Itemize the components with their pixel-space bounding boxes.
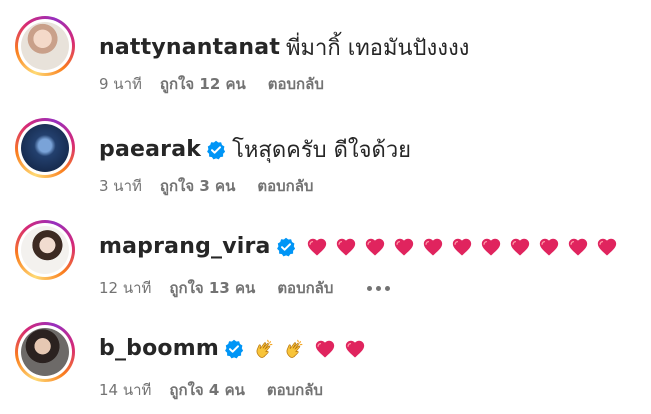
reply-button[interactable]: ตอบกลับ: [257, 174, 313, 198]
profile-photo: [21, 226, 69, 274]
red-heart-emoji: [596, 236, 618, 258]
likes-count[interactable]: ถูกใจ 3 คน: [160, 174, 235, 198]
comment-text: โหสุดครับ ดีใจด้วย: [232, 138, 412, 163]
avatar[interactable]: [15, 322, 75, 382]
red-heart-emoji: [567, 236, 589, 258]
profile-photo: [21, 124, 69, 172]
timestamp[interactable]: 12 นาที: [99, 276, 151, 300]
profile-photo: [21, 328, 69, 376]
comment-item: maprang_vira 12 นาที ถูกใจ 13 คน ตอบกลับ: [0, 212, 651, 312]
red-heart-emoji: [306, 236, 328, 258]
avatar[interactable]: [15, 16, 75, 76]
red-heart-emoji: [538, 236, 560, 258]
comment-item: b_boomm 14 นาที ถูกใจ 4 คน ตอบกลับ: [0, 314, 651, 414]
likes-count[interactable]: ถูกใจ 13 คน: [169, 276, 255, 300]
red-heart-emoji: [451, 236, 473, 258]
red-heart-emoji: [344, 338, 366, 360]
verified-badge-icon: [224, 339, 244, 359]
red-heart-emoji: [422, 236, 444, 258]
verified-badge-icon: [276, 237, 296, 257]
red-heart-emoji: [480, 236, 502, 258]
emoji-row: [254, 338, 366, 360]
comment-item: paearak โหสุดครับ ดีใจด้วย 3 นาที ถูกใจ …: [0, 110, 651, 210]
verified-badge-icon: [206, 140, 226, 160]
comment-item: nattynantanat พี่มากิ้ เทอมันปังงงง 9 นา…: [0, 8, 651, 108]
red-heart-emoji: [314, 338, 336, 360]
avatar[interactable]: [15, 220, 75, 280]
profile-photo: [21, 22, 69, 70]
likes-count[interactable]: ถูกใจ 4 คน: [169, 378, 244, 402]
username[interactable]: b_boomm: [99, 336, 219, 361]
clapping-hands-emoji: [284, 338, 306, 360]
reply-button[interactable]: ตอบกลับ: [268, 72, 324, 96]
likes-count[interactable]: ถูกใจ 12 คน: [160, 72, 246, 96]
timestamp[interactable]: 14 นาที: [99, 378, 151, 402]
comment-text: พี่มากิ้ เทอมันปังงงง: [286, 36, 470, 61]
red-heart-emoji: [509, 236, 531, 258]
reply-button[interactable]: ตอบกลับ: [277, 276, 333, 300]
red-heart-emoji: [393, 236, 415, 258]
avatar[interactable]: [15, 118, 75, 178]
username[interactable]: maprang_vira: [99, 234, 271, 259]
red-heart-emoji: [364, 236, 386, 258]
username[interactable]: nattynantanat: [99, 35, 280, 60]
red-heart-emoji: [335, 236, 357, 258]
emoji-row: [306, 236, 618, 258]
timestamp[interactable]: 3 นาที: [99, 174, 142, 198]
username[interactable]: paearak: [99, 137, 201, 162]
more-options-icon[interactable]: [367, 285, 391, 291]
reply-button[interactable]: ตอบกลับ: [267, 378, 323, 402]
timestamp[interactable]: 9 นาที: [99, 72, 142, 96]
clapping-hands-emoji: [254, 338, 276, 360]
